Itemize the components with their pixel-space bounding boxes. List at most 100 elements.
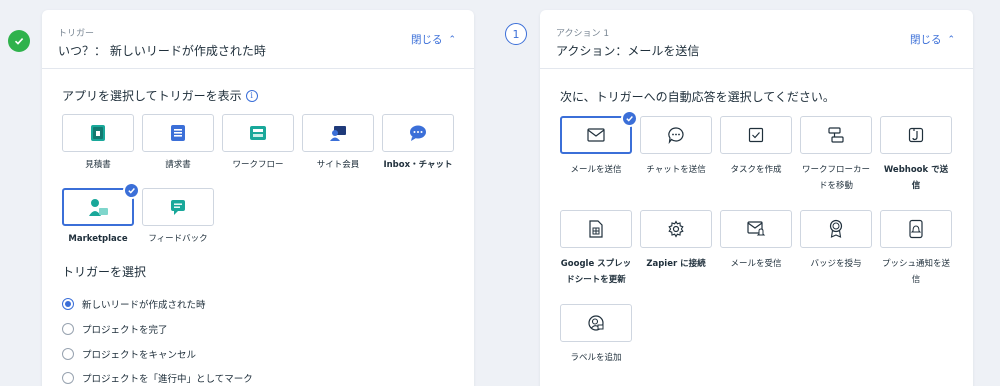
- chevron-up-icon: ⌃: [947, 34, 955, 45]
- action-tile-receive-email[interactable]: メールを受信: [720, 210, 792, 272]
- app-tile-label: ワークフロー: [232, 160, 284, 170]
- mail-bell-icon: [747, 221, 766, 236]
- action-tile-label: タスクを作成: [730, 165, 782, 175]
- app-tile-box[interactable]: [142, 114, 214, 152]
- action-tile-label: ワークフローカードを移動: [801, 165, 870, 191]
- action-tile-label: バッジを授与: [810, 259, 862, 269]
- selected-check-icon: [621, 110, 638, 127]
- action-tile-label: メールを送信: [570, 165, 622, 175]
- app-tile-feedback[interactable]: フィードバック: [142, 188, 214, 246]
- action-prompt: 次に、トリガーへの自動応答を選択してください。: [560, 90, 835, 104]
- action-tile-push-notification[interactable]: プッシュ通知を送信: [880, 210, 952, 288]
- step-complete-icon: [8, 30, 30, 52]
- app-tile-box-selected[interactable]: [62, 182, 140, 226]
- action-tile-award-badge[interactable]: バッジを授与: [800, 210, 872, 272]
- action-tile-box-selected[interactable]: [560, 110, 638, 154]
- feedback-icon: [171, 200, 185, 215]
- action-tile-box[interactable]: [880, 116, 952, 154]
- app-tile-inbox-chat[interactable]: Inbox・チャット: [382, 114, 454, 172]
- app-tile-label: サイト会員: [316, 160, 360, 170]
- trigger-option[interactable]: プロジェクトを完了: [62, 322, 168, 336]
- action-tile-label: プッシュ通知を送信: [881, 259, 950, 285]
- trigger-panel: トリガー いつ？： 新しいリードが作成された時 閉じる ⌃ アプリを選択してトリ…: [42, 10, 474, 386]
- action-tile-label: ラベルを追加: [570, 353, 622, 363]
- radio[interactable]: [62, 348, 74, 360]
- action-tile-label: Webhook で送信: [883, 165, 949, 191]
- app-tile-label: フィードバック: [148, 234, 208, 244]
- action-tile-box[interactable]: [720, 210, 792, 248]
- close-label: 閉じる: [909, 34, 942, 46]
- action-tile-label: メールを受信: [730, 259, 782, 269]
- action-tile-send-email[interactable]: メールを送信: [560, 110, 638, 178]
- action-tile-label: チャットを送信: [646, 165, 706, 175]
- badge-icon: [829, 219, 843, 238]
- action-tile-send-chat[interactable]: チャットを送信: [640, 116, 712, 178]
- app-tile-box[interactable]: [62, 114, 134, 152]
- trigger-option-label: プロジェクトをキャンセル: [82, 350, 197, 361]
- app-tile-box[interactable]: [302, 114, 374, 152]
- action-tile-box[interactable]: [560, 304, 632, 342]
- app-tile-label: 見積書: [85, 160, 111, 170]
- selected-check-icon: [123, 182, 140, 199]
- app-tile-box[interactable]: [382, 114, 454, 152]
- mail-icon: [587, 128, 605, 142]
- app-tile-box[interactable]: [222, 114, 294, 152]
- trigger-panel-header: トリガー いつ？： 新しいリードが作成された時 閉じる ⌃: [42, 10, 474, 69]
- action-tile-move-card[interactable]: ワークフローカードを移動: [800, 116, 872, 194]
- trigger-option-label: 新しいリードが作成された時: [82, 300, 206, 311]
- action-tile-webhook[interactable]: Webhook で送信: [880, 116, 952, 194]
- app-tile-marketplace[interactable]: Marketplace: [62, 182, 140, 246]
- apps-section-label: アプリを選択してトリガーを表示 i: [62, 87, 258, 104]
- trigger-option-label: プロジェクトを完了: [82, 325, 168, 336]
- action-tile-box[interactable]: [800, 116, 872, 154]
- trigger-option[interactable]: 新しいリードが作成された時: [62, 297, 206, 311]
- radio-selected[interactable]: [62, 298, 74, 310]
- action-tile-google-sheets[interactable]: Google スプレッドシートを更新: [560, 210, 632, 288]
- app-tile-invoices[interactable]: 請求書: [142, 114, 214, 172]
- webhook-icon: [908, 127, 924, 143]
- app-tile-site-members[interactable]: サイト会員: [302, 114, 374, 172]
- inbox-chat-icon: [410, 125, 426, 141]
- app-tile-quotes[interactable]: 見積書: [62, 114, 134, 172]
- app-tile-workflow[interactable]: ワークフロー: [222, 114, 294, 172]
- action-tile-box[interactable]: [640, 116, 712, 154]
- app-tile-label: 請求書: [165, 160, 191, 170]
- action-tile-label: Zapier に接続: [646, 259, 706, 269]
- radio[interactable]: [62, 372, 74, 384]
- action-tile-box[interactable]: [640, 210, 712, 248]
- action-close-button[interactable]: 閉じる ⌃: [910, 32, 955, 47]
- move-card-icon: [828, 127, 844, 143]
- chat-icon: [668, 127, 684, 144]
- action-tile-zapier[interactable]: Zapier に接続: [640, 210, 712, 272]
- action-tile-box[interactable]: [800, 210, 872, 248]
- radio[interactable]: [62, 323, 74, 335]
- app-tile-label: Marketplace: [68, 234, 128, 244]
- action-tile-box[interactable]: [560, 210, 632, 248]
- apps-label-text: アプリを選択してトリガーを表示: [62, 89, 242, 103]
- spreadsheet-icon: [589, 220, 603, 238]
- invoice-icon: [171, 125, 185, 141]
- trigger-option[interactable]: プロジェクトをキャンセル: [62, 347, 196, 361]
- trigger-option-label: プロジェクトを「進行中」としてマーク: [82, 374, 253, 385]
- action-tile-create-task[interactable]: タスクを作成: [720, 116, 792, 178]
- action-title: アクション：メールを送信: [556, 44, 700, 58]
- quote-doc-icon: [91, 125, 105, 141]
- action-kicker: アクション 1: [556, 29, 610, 39]
- trigger-option[interactable]: プロジェクトを「進行中」としてマーク: [62, 371, 253, 385]
- action-tile-label: Google スプレッドシートを更新: [560, 259, 632, 285]
- action-tile-box[interactable]: [880, 210, 952, 248]
- push-notification-icon: [909, 219, 923, 239]
- marketplace-icon: [89, 199, 108, 216]
- workflow-icon: [250, 126, 266, 140]
- trigger-close-button[interactable]: 閉じる ⌃: [411, 32, 456, 47]
- trigger-section-label: トリガーを選択: [62, 265, 147, 279]
- trigger-kicker: トリガー: [58, 29, 95, 39]
- trigger-title: いつ？： 新しいリードが作成された時: [58, 44, 266, 58]
- action-panel: アクション 1 アクション：メールを送信 閉じる ⌃ 次に、トリガーへの自動応答…: [540, 10, 973, 386]
- close-label: 閉じる: [410, 34, 443, 46]
- app-tile-box[interactable]: [142, 188, 214, 226]
- action-tile-add-label[interactable]: ラベルを追加: [560, 304, 632, 366]
- action-tile-box[interactable]: [720, 116, 792, 154]
- info-icon[interactable]: i: [245, 89, 258, 102]
- step-number-badge: 1: [505, 23, 527, 45]
